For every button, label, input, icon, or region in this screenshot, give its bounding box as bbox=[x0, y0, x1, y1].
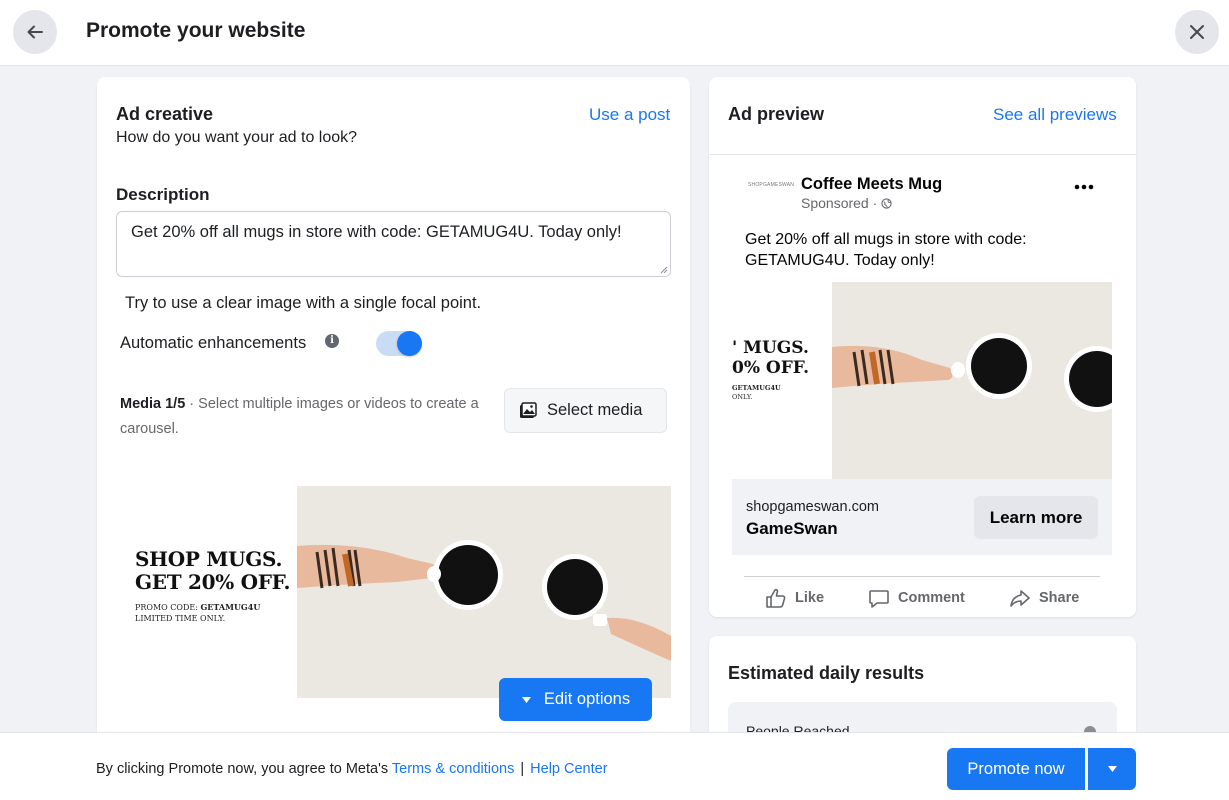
globe-icon bbox=[881, 198, 892, 209]
description-textarea[interactable]: Get 20% off all mugs in store with code:… bbox=[116, 211, 671, 277]
terms-link[interactable]: Terms & conditions bbox=[392, 761, 515, 777]
coffee-mugs-photo bbox=[832, 282, 1112, 479]
link-name: GameSwan bbox=[746, 519, 838, 538]
ad-creative-card: Ad creative Use a post How do you want y… bbox=[97, 77, 690, 757]
thumbs-up-icon bbox=[766, 588, 786, 608]
ad-image-text: ' MUGS. 0% OFF. GETAMUG4U ONLY. bbox=[732, 338, 809, 402]
comment-label: Comment bbox=[898, 590, 965, 606]
arrow-left-icon bbox=[27, 25, 43, 39]
footer-agreement: By clicking Promote now, you agree to Me… bbox=[96, 761, 608, 777]
ad-preview-card: Ad preview See all previews SHOPGAMESWAN… bbox=[709, 77, 1136, 617]
edit-options-label: Edit options bbox=[543, 690, 631, 708]
help-center-link[interactable]: Help Center bbox=[530, 761, 607, 777]
resize-grip-icon[interactable] bbox=[658, 264, 668, 274]
info-icon[interactable]: i bbox=[325, 334, 339, 348]
select-media-button[interactable]: Select media bbox=[504, 388, 667, 433]
automatic-enhancements-toggle[interactable] bbox=[376, 331, 422, 356]
ad-promo-code: GETAMUG4U bbox=[200, 602, 261, 612]
photo-gallery-icon bbox=[520, 401, 537, 418]
ad-limited: LIMITED TIME ONLY. bbox=[135, 614, 226, 623]
footer-bar: By clicking Promote now, you agree to Me… bbox=[0, 732, 1229, 800]
description-label: Description bbox=[116, 185, 210, 204]
edit-options-button[interactable]: Edit options bbox=[499, 678, 652, 721]
see-all-previews-link[interactable]: See all previews bbox=[993, 105, 1117, 125]
share-icon bbox=[1010, 590, 1030, 607]
ad-promo-line: GETAMUG4U ONLY. bbox=[732, 384, 809, 402]
link-preview[interactable]: shopgameswan.com GameSwan Learn more bbox=[732, 479, 1112, 555]
more-options-icon[interactable] bbox=[1072, 181, 1096, 193]
promote-options-button[interactable] bbox=[1088, 748, 1136, 790]
ad-headline-line2: 0% OFF. bbox=[732, 358, 810, 378]
description-value: Get 20% off all mugs in store with code:… bbox=[131, 223, 622, 241]
sponsored-label: Sponsored · bbox=[801, 195, 892, 211]
page-logo: SHOPGAMESWAN bbox=[748, 182, 795, 188]
image-tip: Try to use a clear image with a single f… bbox=[125, 294, 482, 312]
caret-down-icon bbox=[1107, 766, 1117, 772]
coffee-mugs-photo bbox=[297, 486, 671, 698]
media-hint: Media 1/5 · Select multiple images or vi… bbox=[120, 392, 505, 442]
media-count: Media 1/5 bbox=[120, 396, 186, 412]
ad-limited: ONLY. bbox=[732, 393, 753, 401]
link-domain: shopgameswan.com bbox=[746, 499, 879, 515]
ad-image-preview: ' MUGS. 0% OFF. GETAMUG4U ONLY. bbox=[732, 282, 1112, 479]
toggle-knob bbox=[397, 331, 422, 356]
agree-text: By clicking Promote now, you agree to Me… bbox=[96, 761, 392, 777]
top-bar: Promote your website bbox=[0, 0, 1229, 66]
ad-promo-line: PROMO CODE: GETAMUG4U LIMITED TIME ONLY. bbox=[135, 602, 290, 624]
ad-creative-title: Ad creative bbox=[116, 104, 214, 124]
ad-promo-code: GETAMUG4U bbox=[732, 384, 781, 392]
ad-headline-line1: SHOP MUGS. bbox=[135, 547, 283, 571]
ad-preview-title: Ad preview bbox=[728, 104, 825, 124]
like-button[interactable]: Like bbox=[765, 586, 824, 610]
share-label: Share bbox=[1039, 590, 1080, 606]
post-text: Get 20% off all mugs in store with code:… bbox=[745, 231, 1027, 269]
sponsored-text: Sponsored · bbox=[801, 195, 882, 211]
learn-more-button[interactable]: Learn more bbox=[974, 496, 1098, 539]
close-button[interactable] bbox=[1175, 10, 1219, 54]
estimated-results-title: Estimated daily results bbox=[728, 663, 925, 683]
automatic-enhancements-label: Automatic enhancements bbox=[120, 334, 307, 352]
ad-image-text: SHOP MUGS. GET 20% OFF. PROMO CODE: GETA… bbox=[135, 548, 290, 624]
promote-now-button[interactable]: Promote now bbox=[947, 748, 1085, 790]
ad-image-large: SHOP MUGS. GET 20% OFF. PROMO CODE: GETA… bbox=[116, 486, 671, 698]
ad-headline-line1: ' MUGS. bbox=[732, 338, 809, 358]
select-media-label: Select media bbox=[547, 401, 643, 419]
share-button[interactable]: Share bbox=[1009, 586, 1079, 610]
page-name: Coffee Meets Mug bbox=[801, 175, 943, 193]
close-icon bbox=[1190, 25, 1204, 39]
page-title: Promote your website bbox=[86, 19, 306, 42]
ad-creative-subtitle: How do you want your ad to look? bbox=[116, 129, 358, 146]
divider bbox=[709, 154, 1136, 155]
ad-promo-prefix: PROMO CODE: bbox=[135, 603, 201, 612]
caret-down-icon bbox=[521, 696, 531, 703]
back-button[interactable] bbox=[13, 10, 57, 54]
like-label: Like bbox=[795, 590, 825, 606]
use-a-post-link[interactable]: Use a post bbox=[589, 105, 670, 125]
ad-headline-line2: GET 20% OFF. bbox=[135, 570, 291, 594]
separator: | bbox=[520, 761, 525, 777]
comment-button[interactable]: Comment bbox=[868, 586, 965, 610]
comment-icon bbox=[869, 590, 889, 608]
divider bbox=[744, 576, 1100, 577]
